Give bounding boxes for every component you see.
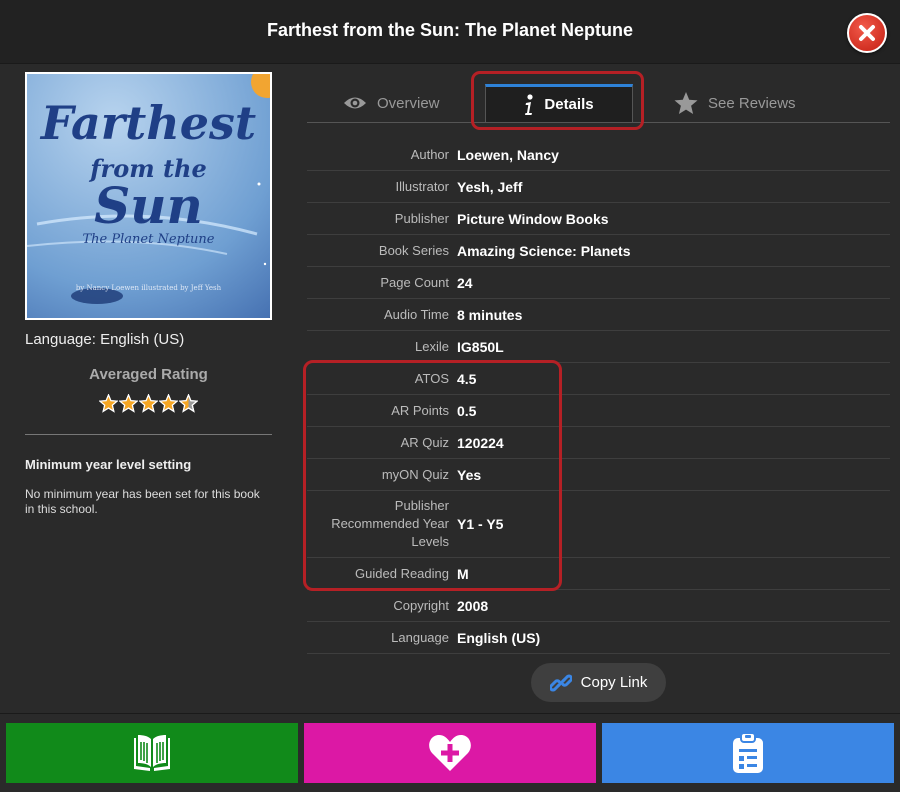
min-year-title: Minimum year level setting bbox=[25, 457, 192, 472]
rating-star-icon bbox=[139, 394, 158, 413]
detail-value: Picture Window Books bbox=[457, 210, 609, 227]
cover-byline: by Nancy Loewen illustrated by Jeff Yesh bbox=[75, 284, 222, 292]
clipboard-icon bbox=[733, 732, 763, 773]
detail-label: Page Count bbox=[380, 274, 449, 290]
tab-label: Overview bbox=[377, 94, 440, 112]
divider bbox=[25, 434, 272, 435]
star-icon bbox=[674, 91, 698, 114]
tab-see-reviews[interactable]: See Reviews bbox=[674, 84, 796, 122]
cover-title-line3: Sun bbox=[94, 176, 203, 235]
detail-row: Page Count 24 bbox=[307, 267, 890, 299]
book-cover: Farthest from the Sun The Planet Neptune… bbox=[25, 72, 272, 320]
detail-row: Author Loewen, Nancy bbox=[307, 139, 890, 171]
detail-row: Copyright 2008 bbox=[307, 590, 890, 622]
cover-title-line1: Farthest bbox=[40, 96, 257, 150]
copy-link-button[interactable]: Copy Link bbox=[531, 663, 666, 702]
detail-value: 8 minutes bbox=[457, 306, 523, 323]
averaged-rating-label: Averaged Rating bbox=[89, 366, 208, 383]
detail-value: English (US) bbox=[457, 629, 541, 646]
detail-row: Language English (US) bbox=[307, 622, 890, 654]
title-bar: Farthest from the Sun: The Planet Neptun… bbox=[0, 0, 900, 64]
detail-label: Copyright bbox=[393, 597, 449, 613]
read-book-button[interactable] bbox=[6, 723, 298, 783]
tab-highlight-annotation bbox=[471, 71, 644, 130]
detail-label: Illustrator bbox=[395, 178, 449, 194]
link-icon bbox=[549, 674, 572, 691]
rating-star-icon bbox=[119, 394, 138, 413]
close-icon bbox=[859, 25, 875, 41]
close-button[interactable] bbox=[847, 13, 887, 53]
min-year-text: No minimum year has been set for this bo… bbox=[25, 487, 260, 516]
detail-value: 2008 bbox=[457, 597, 489, 614]
detail-row: Book Series Amazing Science: Planets bbox=[307, 235, 890, 267]
detail-label: Audio Time bbox=[383, 306, 449, 322]
detail-label: Book Series bbox=[378, 242, 449, 258]
detail-row: Illustrator Yesh, Jeff bbox=[307, 171, 890, 203]
detail-value: 24 bbox=[457, 274, 473, 291]
tab-label: See Reviews bbox=[708, 94, 796, 112]
footer-divider bbox=[0, 713, 900, 714]
detail-label: Publisher bbox=[394, 210, 449, 226]
detail-value: Loewen, Nancy bbox=[457, 146, 559, 163]
open-book-icon bbox=[134, 735, 170, 771]
detail-label: Lexile bbox=[415, 338, 449, 354]
eye-icon bbox=[344, 97, 366, 109]
cover-subtitle: The Planet Neptune bbox=[82, 232, 215, 247]
language-label: Language: English (US) bbox=[25, 331, 185, 348]
rating-stars bbox=[99, 394, 198, 413]
rating-star-icon bbox=[99, 394, 118, 413]
detail-row: Lexile IG850L bbox=[307, 331, 890, 363]
tab-overview[interactable]: Overview bbox=[343, 84, 440, 122]
rating-star-icon bbox=[159, 394, 178, 413]
favorite-button[interactable] bbox=[304, 723, 596, 783]
detail-value: Yesh, Jeff bbox=[457, 178, 523, 195]
detail-row: Publisher Picture Window Books bbox=[307, 203, 890, 235]
detail-value: IG850L bbox=[457, 338, 504, 355]
book-title: Farthest from the Sun: The Planet Neptun… bbox=[266, 20, 634, 40]
detail-label: Language bbox=[391, 629, 449, 645]
detail-value: Amazing Science: Planets bbox=[457, 242, 631, 259]
heart-plus-icon bbox=[429, 735, 471, 771]
copy-link-label: Copy Link bbox=[580, 674, 648, 691]
detail-label: Author bbox=[410, 146, 449, 162]
rows-highlight-annotation bbox=[303, 360, 562, 591]
assign-button[interactable] bbox=[602, 723, 894, 783]
rating-star-icon bbox=[179, 394, 198, 413]
detail-row: Audio Time 8 minutes bbox=[307, 299, 890, 331]
